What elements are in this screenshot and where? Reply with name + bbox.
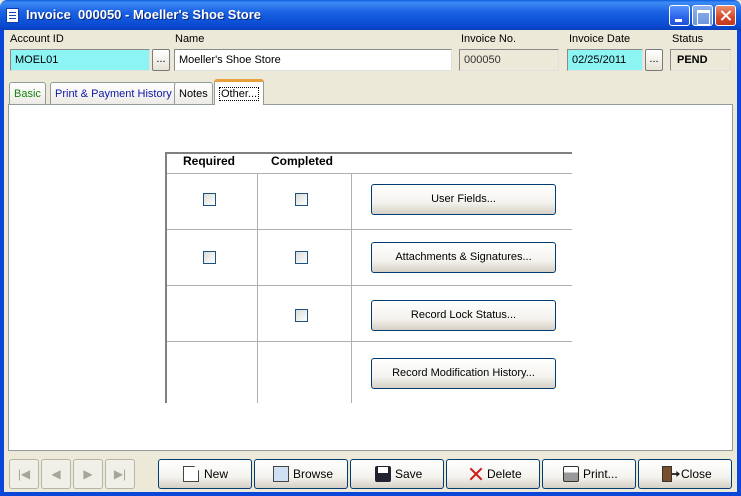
grid-divider [167, 173, 572, 174]
user-fields-completed-checkbox[interactable] [295, 193, 308, 206]
exit-door-icon [662, 466, 672, 482]
tab-print-payment-history-label: Print & Payment History [55, 88, 172, 100]
tab-basic-label: Basic [14, 88, 41, 100]
next-record-icon: ▶ [83, 467, 93, 481]
close-window-button[interactable] [715, 5, 736, 26]
tab-other-label: Other... [219, 87, 260, 101]
window-title: Invoice 000050 - Moeller's Shoe Store [26, 7, 262, 22]
save-button-label: Save [395, 467, 423, 481]
attachments-signatures-button-label: Attachments & Signatures... [395, 251, 532, 263]
attachments-completed-checkbox[interactable] [295, 251, 308, 264]
new-button-label: New [204, 467, 229, 481]
account-lookup-button[interactable]: ... [152, 49, 170, 71]
account-id-field[interactable]: MOEL01 [10, 49, 150, 71]
record-modification-history-button-label: Record Modification History... [392, 367, 535, 379]
name-label: Name [175, 33, 205, 45]
close-button-label: Close [681, 467, 712, 481]
save-button[interactable]: Save [350, 459, 444, 489]
next-record-button[interactable]: ▶ [73, 459, 103, 489]
invoice-no-label: Invoice No. [461, 33, 517, 45]
status-field: PEND [670, 49, 731, 71]
maximize-button[interactable] [692, 5, 713, 26]
window-border-left [0, 30, 4, 496]
record-lock-status-button[interactable]: Record Lock Status... [371, 300, 556, 331]
floppy-disk-icon [375, 466, 391, 482]
last-record-button[interactable]: ▶| [105, 459, 135, 489]
invoice-date-picker-button[interactable]: ... [645, 49, 663, 71]
name-field[interactable]: Moeller's Shoe Store [174, 49, 452, 71]
close-button[interactable]: Close [638, 459, 732, 489]
title-bar: Invoice 000050 - Moeller's Shoe Store [0, 0, 741, 30]
user-fields-button[interactable]: User Fields... [371, 184, 556, 215]
previous-record-icon: ◀ [51, 467, 61, 481]
delete-button-label: Delete [487, 467, 522, 481]
account-id-label: Account ID [10, 33, 64, 45]
window-border-right [737, 30, 741, 496]
grid-divider [257, 174, 258, 403]
invoice-date-field[interactable]: 02/25/2011 [567, 49, 643, 71]
new-document-icon [183, 466, 199, 482]
user-fields-button-label: User Fields... [431, 193, 496, 205]
new-button[interactable]: New [158, 459, 252, 489]
exit-arrow-icon [672, 471, 680, 477]
record-modification-history-button[interactable]: Record Modification History... [371, 358, 556, 389]
tab-notes-label: Notes [179, 88, 208, 100]
browse-button[interactable]: Browse [254, 459, 348, 489]
previous-record-button[interactable]: ◀ [41, 459, 71, 489]
browse-button-label: Browse [293, 467, 334, 481]
tab-basic[interactable]: Basic [9, 82, 46, 104]
tab-notes[interactable]: Notes [174, 82, 213, 104]
browse-icon [273, 466, 289, 482]
tab-other[interactable]: Other... [214, 79, 265, 105]
grid-divider [167, 229, 572, 230]
printer-icon [563, 466, 579, 482]
delete-button[interactable]: Delete [446, 459, 540, 489]
tab-print-payment-history[interactable]: Print & Payment History [50, 82, 177, 104]
status-label: Status [672, 33, 704, 45]
delete-x-icon [468, 466, 484, 482]
print-button[interactable]: Print... [542, 459, 636, 489]
window-border-bottom [0, 492, 741, 496]
user-fields-required-checkbox[interactable] [203, 193, 216, 206]
print-button-label: Print... [583, 467, 618, 481]
attachments-required-checkbox[interactable] [203, 251, 216, 264]
first-record-button[interactable]: |◀ [9, 459, 39, 489]
invoice-no-field: 000050 [459, 49, 559, 71]
invoice-app-icon [6, 8, 19, 23]
grid-divider [167, 285, 572, 286]
first-record-icon: |◀ [17, 467, 31, 481]
record-lock-completed-checkbox[interactable] [295, 309, 308, 322]
minimize-button[interactable] [669, 5, 690, 26]
attachments-signatures-button[interactable]: Attachments & Signatures... [371, 242, 556, 273]
last-record-icon: ▶| [113, 467, 127, 481]
grid-divider [167, 341, 572, 342]
invoice-date-label: Invoice Date [569, 33, 631, 45]
record-lock-status-button-label: Record Lock Status... [410, 309, 517, 321]
grid-divider [351, 174, 352, 403]
